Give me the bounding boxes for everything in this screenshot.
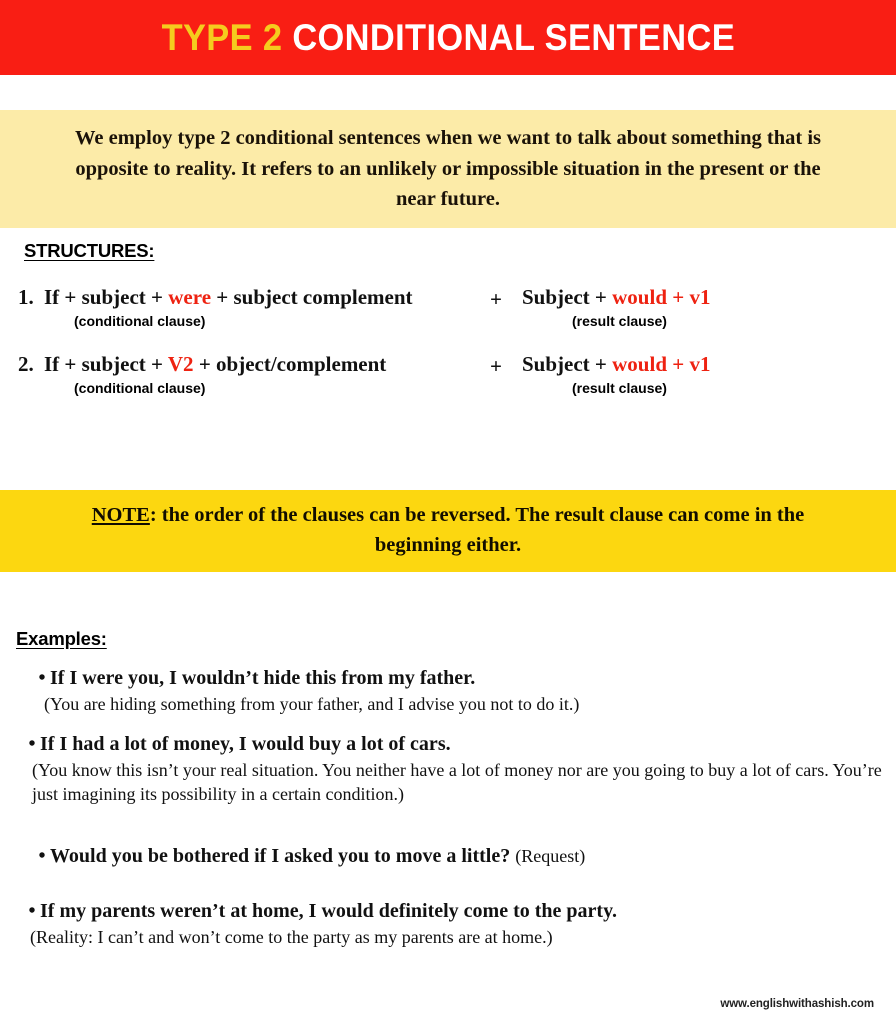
title-banner: TYPE 2 CONDITIONAL SENTENCE <box>0 0 896 75</box>
formula-part-pre: If + subject + <box>44 285 169 309</box>
clause-label-result-2: (result clause) <box>572 380 667 397</box>
structures-heading: STRUCTURES: <box>24 240 155 261</box>
example-sentence-text: If I had a lot of money, I would buy a l… <box>40 733 451 756</box>
example-sentence-1: • If I were you, I wouldn’t hide this fro… <box>34 666 896 691</box>
note-label: NOTE <box>91 504 150 527</box>
bullet-icon: • <box>38 667 46 689</box>
example-sentence-text: If my parents weren’t at home, I would d… <box>40 900 617 923</box>
example-item: • If I had a lot of money, I would buy a … <box>24 732 896 806</box>
result-part-pre: Subject + <box>522 352 613 377</box>
note-paragraph: NOTE: the order of the clauses can be re… <box>53 501 843 560</box>
formula-part-highlight: were <box>168 285 212 309</box>
structure-separator-2: + <box>490 354 502 379</box>
result-part-pre: Subject + <box>522 285 613 309</box>
structure-formula-1: 1. If + subject + were + subject compleme… <box>18 285 470 309</box>
structure-separator-1: + <box>490 287 502 311</box>
result-part-highlight: would + v1 <box>612 352 711 377</box>
example-sentence-2: • If I had a lot of money, I would buy a … <box>24 732 896 757</box>
example-explanation-1: (You are hiding something from your fath… <box>44 694 580 714</box>
example-explanation-4: (Reality: I can’t and won’t come to the … <box>30 927 553 948</box>
intro-band: We employ type 2 conditional sentences w… <box>0 110 896 228</box>
note-body: : the order of the clauses can be revers… <box>149 504 805 556</box>
example-item: • If my parents weren’t at home, I would … <box>24 899 896 949</box>
result-formula-1: Subject + would + v1 <box>522 285 896 309</box>
example-sentence-text: Would you be bothered if I asked you to … <box>50 845 511 868</box>
page-title-rest: CONDITIONAL SENTENCE <box>282 16 735 58</box>
bullet-icon: • <box>38 845 46 868</box>
examples-heading: Examples: <box>16 628 107 649</box>
bullet-icon: • <box>28 900 36 923</box>
result-formula-2: Subject + would + v1 <box>522 353 896 376</box>
example-item: • If I were you, I wouldn’t hide this fro… <box>34 666 896 716</box>
formula-part-highlight: V2 <box>167 352 194 377</box>
structure-number-1: 1. <box>18 285 34 309</box>
example-sentence-4: • If my parents weren’t at home, I would … <box>24 899 896 924</box>
example-sentence-3: • Would you be bothered if I asked you to… <box>34 844 896 869</box>
clause-label-result-1: (result clause) <box>572 313 667 330</box>
example-sentence-text: If I were you, I wouldn’t hide this from… <box>50 667 476 689</box>
formula-part-post: + object/complement <box>193 352 387 377</box>
structure-formula-2: 2. If + subject + V2 + object/complement <box>18 352 470 377</box>
conditional-clause-1: 1. If + subject + were + subject compleme… <box>0 285 470 330</box>
page-title-highlight: TYPE 2 <box>161 16 283 58</box>
formula-part-pre: If + subject + <box>44 352 168 377</box>
structure-number-2: 2. <box>18 352 34 377</box>
structure-row: 1. If + subject + were + subject compleme… <box>0 285 896 330</box>
clause-label-conditional-2: (conditional clause) <box>74 380 206 397</box>
structure-row: 2. If + subject + V2 + object/complement … <box>0 352 896 397</box>
result-clause-1: Subject + would + v1 (result clause) <box>522 285 896 330</box>
example-explanation-2: (You know this isn’t your real situation… <box>32 760 882 804</box>
example-item: • Would you be bothered if I asked you to… <box>34 844 896 869</box>
structures-section: STRUCTURES: 1. If + subject + were + subj… <box>0 240 896 396</box>
conditional-clause-2: 2. If + subject + V2 + object/complement … <box>0 352 470 397</box>
bullet-icon: • <box>28 733 36 756</box>
examples-section: Examples: • If I were you, I wouldn’t hid… <box>0 628 896 950</box>
footer-website: www.englishwithashish.com <box>720 998 874 1010</box>
clause-label-conditional-1: (conditional clause) <box>74 313 206 330</box>
note-band: NOTE: the order of the clauses can be re… <box>0 490 896 572</box>
result-part-highlight: would + v1 <box>612 285 711 309</box>
example-inline-note-3: (Request) <box>515 846 586 867</box>
intro-paragraph: We employ type 2 conditional sentences w… <box>75 126 821 211</box>
result-clause-2: Subject + would + v1 (result clause) <box>522 353 896 397</box>
formula-part-post: + subject complement <box>211 285 413 309</box>
page-title: TYPE 2 CONDITIONAL SENTENCE <box>161 17 734 59</box>
